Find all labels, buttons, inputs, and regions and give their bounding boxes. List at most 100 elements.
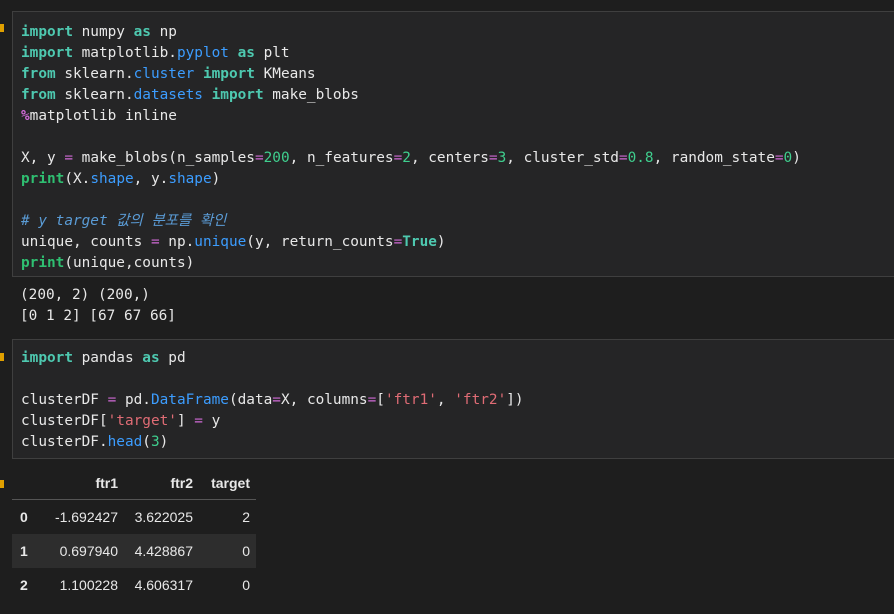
code-token: import — [21, 24, 73, 40]
code-token: y — [202, 413, 221, 429]
code-token: = — [367, 392, 377, 408]
code-line: # y target 값의 분포를 확인 — [21, 211, 894, 232]
row-index: 1 — [20, 543, 28, 559]
code-token: ( — [142, 434, 151, 450]
code-line: print(X.shape, y.shape) — [21, 169, 894, 190]
code-token: ]) — [506, 392, 524, 408]
code-token: = — [194, 413, 203, 429]
code-token: sklearn. — [55, 87, 134, 103]
code-token: sklearn. — [55, 66, 134, 82]
code-token: 3 — [497, 150, 507, 166]
output-line: (200, 2) (200,) — [20, 287, 150, 303]
code-token: ) — [211, 171, 221, 187]
code-token: print — [21, 171, 65, 187]
cell-ftr2: 3.622025 — [134, 509, 193, 525]
code-token: = — [272, 392, 281, 408]
code-token: cluster — [133, 66, 195, 82]
code-token: ) — [792, 150, 801, 166]
code-token: plt — [254, 45, 290, 61]
code-token: ) — [159, 434, 169, 450]
code-token: as — [237, 45, 255, 61]
code-token: X, columns — [280, 392, 368, 408]
code-editor[interactable]: import pandas as pd clusterDF = pd.DataF… — [13, 340, 894, 453]
code-token: shape — [168, 171, 212, 187]
code-line: clusterDF = pd.DataFrame(data=X, columns… — [21, 390, 894, 411]
code-token: 3 — [150, 434, 160, 450]
code-token: (X. — [64, 171, 91, 187]
code-line: clusterDF.head(3) — [21, 432, 894, 453]
code-token: np. — [159, 234, 195, 250]
dataframe-output: ftr1 ftr2 target 0 -1.692427 3.622025 2 … — [12, 466, 256, 602]
code-line: from sklearn.cluster import KMeans — [21, 64, 894, 85]
code-token: KMeans — [254, 66, 316, 82]
cell-ftr1: 0.697940 — [59, 543, 118, 559]
code-cell-2[interactable]: import pandas as pd clusterDF = pd.DataF… — [12, 339, 894, 459]
code-token: = — [150, 234, 160, 250]
code-token: = — [393, 234, 403, 250]
column-header-target: target — [199, 466, 256, 500]
table-row: 1 0.697940 4.428867 0 — [12, 534, 256, 568]
code-token: True — [402, 234, 437, 250]
code-token: 200 — [263, 150, 290, 166]
output-line: [0 1 2] [67 67 66] — [20, 308, 176, 324]
code-token: from — [21, 66, 56, 82]
code-token: 0.8 — [627, 150, 654, 166]
code-token: from — [21, 87, 56, 103]
cell-ftr2: 4.606317 — [134, 577, 193, 593]
code-line: from sklearn.datasets import make_blobs — [21, 85, 894, 106]
code-line: %matplotlib inline — [21, 106, 894, 127]
row-index: 2 — [20, 577, 28, 593]
code-token: pd — [159, 350, 186, 366]
code-token: import — [202, 66, 255, 82]
row-index: 0 — [20, 509, 28, 525]
code-token: unique, counts — [21, 234, 151, 250]
code-token: np — [150, 24, 177, 40]
column-header-ftr2: ftr2 — [124, 466, 199, 500]
cell-target: 0 — [242, 577, 250, 593]
code-token: pd. — [116, 392, 151, 408]
code-editor[interactable]: import numpy as np import matplotlib.pypl… — [13, 12, 894, 274]
output-prompt-marker — [0, 480, 4, 488]
cell-ftr1: -1.692427 — [54, 509, 118, 525]
code-token: , cluster_std — [506, 150, 619, 166]
cell-output-1: (200, 2) (200,) [0 1 2] [67 67 66] — [20, 285, 176, 327]
code-token: import — [211, 87, 264, 103]
code-token: = — [618, 150, 628, 166]
code-token: unique — [194, 234, 247, 250]
code-line: import matplotlib.pyplot as plt — [21, 43, 894, 64]
code-token: make_blobs — [263, 87, 359, 103]
code-token: DataFrame — [150, 392, 229, 408]
code-token: matplotlib inline — [29, 108, 177, 124]
code-token: , y. — [133, 171, 169, 187]
code-token: clusterDF — [21, 392, 108, 408]
code-token: = — [64, 150, 73, 166]
code-token: ) — [436, 234, 446, 250]
code-token: [ — [376, 392, 385, 408]
code-token: , centers — [410, 150, 489, 166]
code-token: 'target' — [107, 413, 177, 429]
code-token: as — [142, 350, 160, 366]
cell-target: 2 — [242, 509, 250, 525]
code-token: clusterDF[ — [21, 413, 108, 429]
code-token: = — [107, 392, 117, 408]
code-token: = — [774, 150, 784, 166]
code-token: (y, return_counts — [246, 234, 394, 250]
code-token: X, y — [21, 150, 65, 166]
code-line: unique, counts = np.unique(y, return_cou… — [21, 232, 894, 253]
code-token: import — [21, 45, 73, 61]
code-token: shape — [90, 171, 134, 187]
code-token: pandas — [72, 350, 143, 366]
code-token: 2 — [402, 150, 411, 166]
code-cell-1[interactable]: import numpy as np import matplotlib.pypl… — [12, 11, 894, 277]
code-token: 'ftr1' — [384, 392, 437, 408]
code-token: pyplot — [176, 45, 229, 61]
cell-ftr2: 4.428867 — [134, 543, 193, 559]
code-token: make_blobs(n_samples — [73, 150, 255, 166]
code-token: clusterDF. — [21, 434, 108, 450]
code-token: ] — [176, 413, 195, 429]
